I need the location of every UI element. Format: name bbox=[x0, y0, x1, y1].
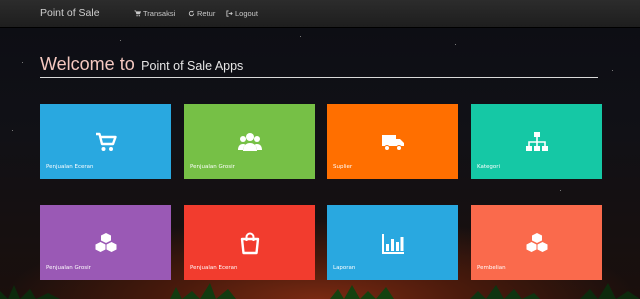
tile-label: Penjualan Eceran bbox=[46, 164, 94, 170]
sitemap-icon bbox=[525, 130, 549, 154]
tile-laporan[interactable]: Laporan bbox=[327, 205, 458, 280]
cart-icon bbox=[134, 10, 141, 17]
page-title: Welcome to Point of Sale Apps bbox=[40, 54, 598, 78]
nav-item-transaksi[interactable]: Transaksi bbox=[134, 0, 175, 27]
star bbox=[300, 36, 301, 37]
users-icon bbox=[237, 130, 262, 154]
nav-label-transaksi: Transaksi bbox=[143, 9, 176, 18]
cart-icon bbox=[94, 130, 118, 154]
tile-label: Laporan bbox=[333, 265, 356, 271]
brand-link[interactable]: Point of Sale bbox=[40, 0, 100, 27]
tile-label: Pembelian bbox=[477, 265, 506, 271]
shopping-bag-icon bbox=[238, 231, 262, 255]
tile-label: Kategori bbox=[477, 164, 501, 170]
tile-penjualan-eceran-2[interactable]: Penjualan Eceran bbox=[184, 205, 315, 280]
nav-item-logout[interactable]: Logout bbox=[226, 0, 258, 27]
truck-icon bbox=[381, 130, 405, 154]
logout-icon bbox=[226, 10, 233, 17]
tile-label: Penjualan Eceran bbox=[190, 265, 238, 271]
nav-item-retur[interactable]: Retur bbox=[188, 0, 215, 27]
tile-penjualan-grosir[interactable]: Penjualan Grosir bbox=[184, 104, 315, 179]
navbar: Point of Sale Transaksi Retur Logout bbox=[0, 0, 640, 28]
tile-penjualan-eceran[interactable]: Penjualan Eceran bbox=[40, 104, 171, 179]
bar-chart-icon bbox=[381, 231, 405, 255]
tile-label: Suplier bbox=[333, 164, 353, 170]
tile-pembelian[interactable]: Pembelian bbox=[471, 205, 602, 280]
star bbox=[612, 70, 613, 71]
star bbox=[455, 44, 456, 45]
tile-label: Penjualan Grosir bbox=[46, 265, 91, 271]
grass-decoration bbox=[0, 283, 640, 299]
refresh-icon bbox=[188, 10, 195, 17]
tile-suplier[interactable]: Suplier bbox=[327, 104, 458, 179]
star bbox=[560, 190, 561, 191]
app-name-text: Point of Sale Apps bbox=[141, 59, 244, 73]
tile-penjualan-grosir-2[interactable]: Penjualan Grosir bbox=[40, 205, 171, 280]
cubes-icon bbox=[525, 231, 549, 255]
star bbox=[120, 40, 121, 41]
nav-label-retur: Retur bbox=[197, 9, 216, 18]
welcome-text: Welcome to bbox=[40, 54, 135, 74]
cubes-icon bbox=[94, 231, 118, 255]
tile-kategori[interactable]: Kategori bbox=[471, 104, 602, 179]
tile-label: Penjualan Grosir bbox=[190, 164, 235, 170]
nav-label-logout: Logout bbox=[235, 9, 258, 18]
star bbox=[12, 130, 13, 131]
star bbox=[22, 62, 23, 63]
